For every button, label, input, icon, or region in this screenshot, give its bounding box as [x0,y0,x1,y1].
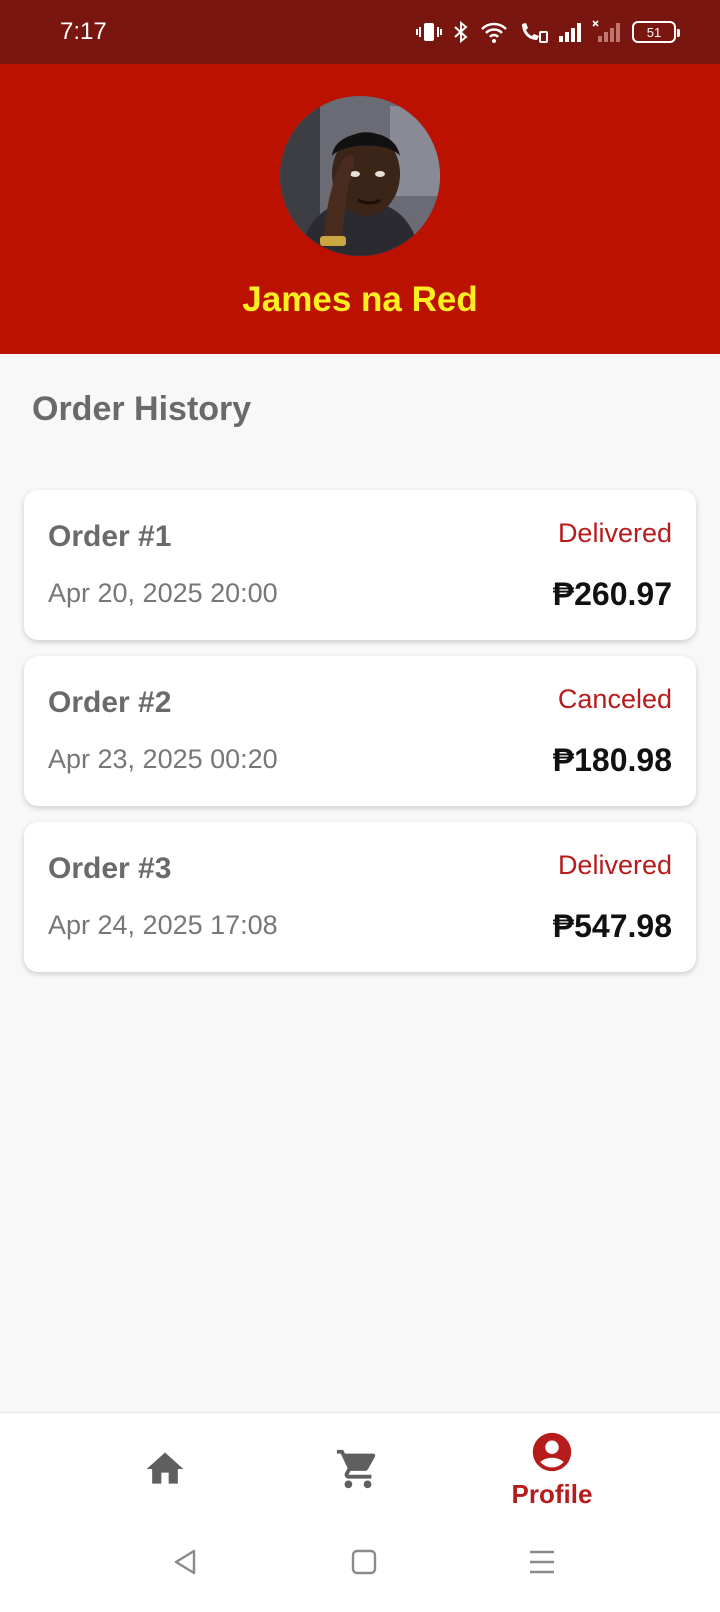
order-card-1[interactable]: Order #1 Apr 20, 2025 20:00 Delivered ₱2… [24,490,696,640]
order-title: Order #3 [48,852,172,885]
bottom-nav: Profile [0,1412,720,1524]
avatar[interactable] [280,96,440,256]
order-date: Apr 24, 2025 17:08 [48,910,278,940]
bluetooth-icon [454,20,468,44]
order-card-2[interactable]: Order #2 Apr 23, 2025 00:20 Canceled ₱18… [24,656,696,806]
battery-icon: 51 [632,21,680,43]
order-status: Delivered [557,850,672,880]
order-total: ₱180.98 [552,742,672,778]
order-title: Order #2 [48,686,172,719]
signal-no-sim-icon [592,20,620,42]
home-square-icon[interactable] [348,1546,380,1578]
volte-icon [522,23,548,43]
home-icon [146,1452,184,1484]
order-total: ₱547.98 [552,908,672,944]
system-nav-bar [0,1524,720,1612]
vibrate-icon [416,23,442,41]
avatar-photo [280,96,440,256]
account-circle-icon [532,1432,572,1471]
status-time: 7:17 [60,18,107,45]
back-icon[interactable] [170,1546,202,1578]
nav-home[interactable] [125,1413,205,1525]
signal-icon [559,23,581,42]
recents-icon[interactable] [526,1546,558,1578]
cart-icon [336,1449,376,1489]
battery-level: 51 [646,24,662,40]
order-date: Apr 20, 2025 20:00 [48,578,278,608]
status-bar: 7:17 51 [0,0,720,64]
status-icons: 51 [416,20,680,44]
order-status: Delivered [557,518,672,548]
order-status: Canceled [557,684,672,714]
wifi-icon [481,22,507,43]
user-name: James na Red [242,280,478,319]
order-card-3[interactable]: Order #3 Apr 24, 2025 17:08 Delivered ₱5… [24,822,696,972]
order-date: Apr 23, 2025 00:20 [48,744,278,774]
nav-profile[interactable]: Profile [492,1413,612,1525]
nav-cart[interactable] [318,1413,398,1525]
order-history-title: Order History [32,390,252,428]
nav-profile-label: Profile [511,1478,593,1509]
order-total: ₱260.97 [552,576,672,612]
profile-header: James na Red [0,64,720,354]
order-title: Order #1 [48,520,172,553]
order-list: Order #1 Apr 20, 2025 20:00 Delivered ₱2… [24,490,696,988]
